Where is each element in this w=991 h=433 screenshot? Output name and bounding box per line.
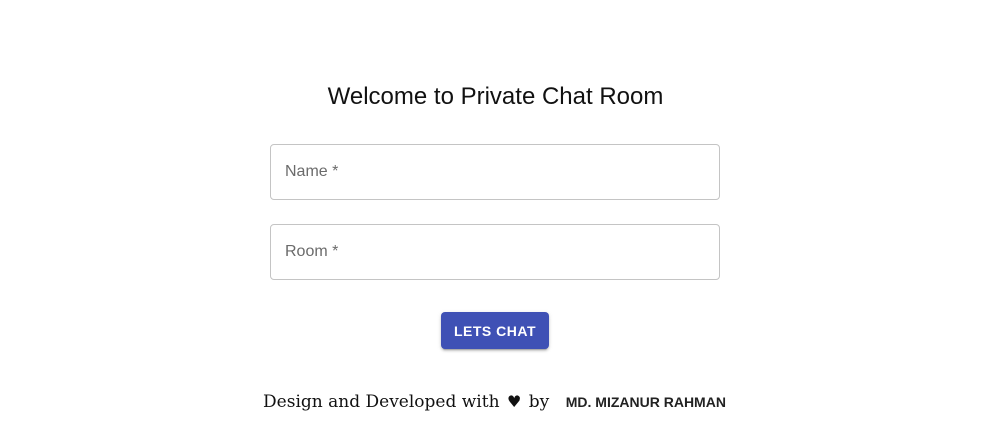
heart-icon: ♥ [506,392,522,411]
room-input[interactable] [271,225,719,279]
page: Welcome to Private Chat Room LETS CHAT D… [0,0,991,433]
footer-text-after: by [528,392,550,412]
name-field[interactable] [270,144,720,200]
name-input[interactable] [271,145,719,199]
author-link[interactable]: MD. MIZANUR RAHMAN [564,386,728,418]
lets-chat-button[interactable]: LETS CHAT [441,312,549,349]
page-title: Welcome to Private Chat Room [327,83,664,110]
footer: Design and Developed with ♥ by MD. MIZAN… [0,386,991,418]
footer-text-before: Design and Developed with [263,392,500,412]
room-field[interactable] [270,224,720,280]
